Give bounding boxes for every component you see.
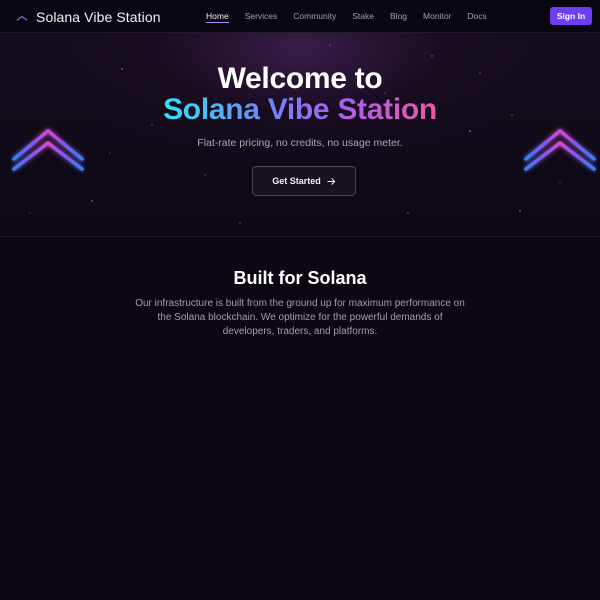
nav-link-services[interactable]: Services [245,11,278,23]
nav-link-blog[interactable]: Blog [390,11,407,23]
hero-subtitle: Flat-rate pricing, no credits, no usage … [197,137,403,149]
get-started-button[interactable]: Get Started [252,166,356,196]
top-navbar: Solana Vibe Station Home Services Commun… [0,0,600,33]
hero-title-line2: Solana Vibe Station [0,94,600,126]
brand-name: Solana Vibe Station [36,9,161,25]
tower-logo-icon [16,9,28,25]
hero-title-line1: Welcome to [217,62,383,95]
arrow-right-icon [327,177,335,185]
brand-logo[interactable]: Solana Vibe Station [16,7,161,27]
section-title: Built for Solana [233,268,367,288]
nav-link-docs[interactable]: Docs [467,11,486,23]
section-description: Our infrastructure is built from the gro… [135,298,465,337]
nav-links: Home Services Community Stake Blog Monit… [206,11,487,23]
hero-section: Welcome to Solana Vibe Station Flat-rate… [0,33,600,237]
nav-link-home[interactable]: Home [206,11,229,23]
nav-link-monitor[interactable]: Monitor [423,11,451,23]
hero-title-gradient-text: Solana Vibe Station [163,93,437,126]
nav-link-stake[interactable]: Stake [352,11,374,23]
nav-link-community[interactable]: Community [293,11,336,23]
get-started-label: Get Started [272,176,321,186]
sign-in-button[interactable]: Sign In [550,7,592,25]
